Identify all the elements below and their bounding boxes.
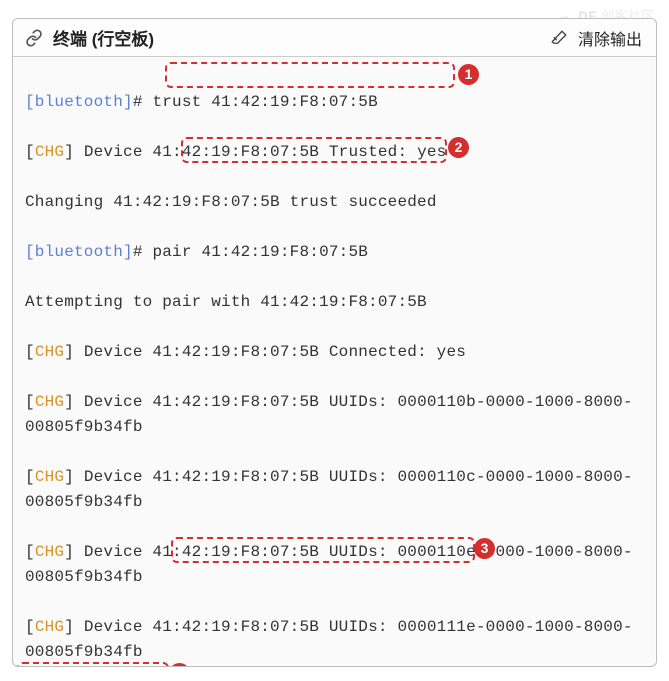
cmd-pair: pair 41:42:19:F8:07:5B (152, 243, 368, 261)
prompt-bluetooth: [bluetooth] (25, 243, 133, 261)
terminal-panel: 终端 (行空板) 清除输出 [bluetooth]# trust 41:42:1… (12, 18, 657, 667)
terminal-header: 终端 (行空板) 清除输出 (13, 19, 656, 57)
callout-box-1 (165, 62, 455, 88)
clear-output-button[interactable]: 清除输出 (578, 26, 646, 50)
output-line: ] Device 41:42:19:F8:07:5B Connected: ye… (64, 343, 466, 361)
link-icon (23, 27, 45, 49)
output-line: ] Device 41:42:19:F8:07:5B UUIDs: 000011… (25, 468, 633, 511)
output-line: ] Device 41:42:19:F8:07:5B UUIDs: 000011… (25, 393, 633, 436)
output-line: ] Device 41:42:19:F8:07:5B Trusted: yes (64, 143, 446, 161)
cmd-trust: trust 41:42:19:F8:07:5B (152, 93, 377, 111)
output-line: Attempting to pair with 41:42:19:F8:07:5… (25, 290, 646, 315)
output-line: ] Device 41:42:19:F8:07:5B UUIDs: 000011… (25, 618, 633, 661)
callout-badge-1: 1 (458, 64, 479, 85)
terminal-title: 终端 (行空板) (53, 25, 540, 50)
output-line: Changing 41:42:19:F8:07:5B trust succeed… (25, 190, 646, 215)
output-line: ] Device 41:42:19:F8:07:5B UUIDs: 000011… (25, 543, 633, 586)
prompt-bluetooth: [bluetooth] (25, 93, 133, 111)
eraser-icon (548, 27, 570, 49)
terminal-output[interactable]: [bluetooth]# trust 41:42:19:F8:07:5B [CH… (13, 57, 656, 667)
